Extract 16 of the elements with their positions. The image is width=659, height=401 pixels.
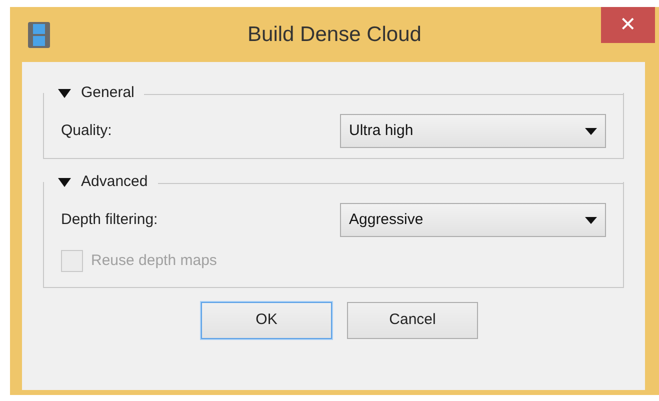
group-title: Advanced: [81, 172, 148, 192]
group-title: General: [81, 82, 134, 103]
caret-icon[interactable]: [58, 178, 71, 186]
field-label: Quality:: [61, 120, 113, 141]
checkbox-label: Reuse depth maps: [91, 250, 217, 271]
dropdown[interactable]: Aggressive: [340, 203, 606, 237]
film-icon: [28, 22, 50, 48]
close-button[interactable]: ✕: [601, 7, 655, 43]
window-title: Build Dense Cloud: [248, 22, 422, 48]
dialog-button[interactable]: Cancel: [347, 302, 478, 339]
dropdown[interactable]: Ultra high: [340, 114, 606, 148]
caret-icon: [585, 128, 597, 134]
dialog-button[interactable]: OK: [201, 302, 332, 339]
caret-icon: [585, 216, 597, 224]
field-label: Depth filtering:: [61, 210, 159, 230]
caret-icon[interactable]: [58, 88, 71, 98]
